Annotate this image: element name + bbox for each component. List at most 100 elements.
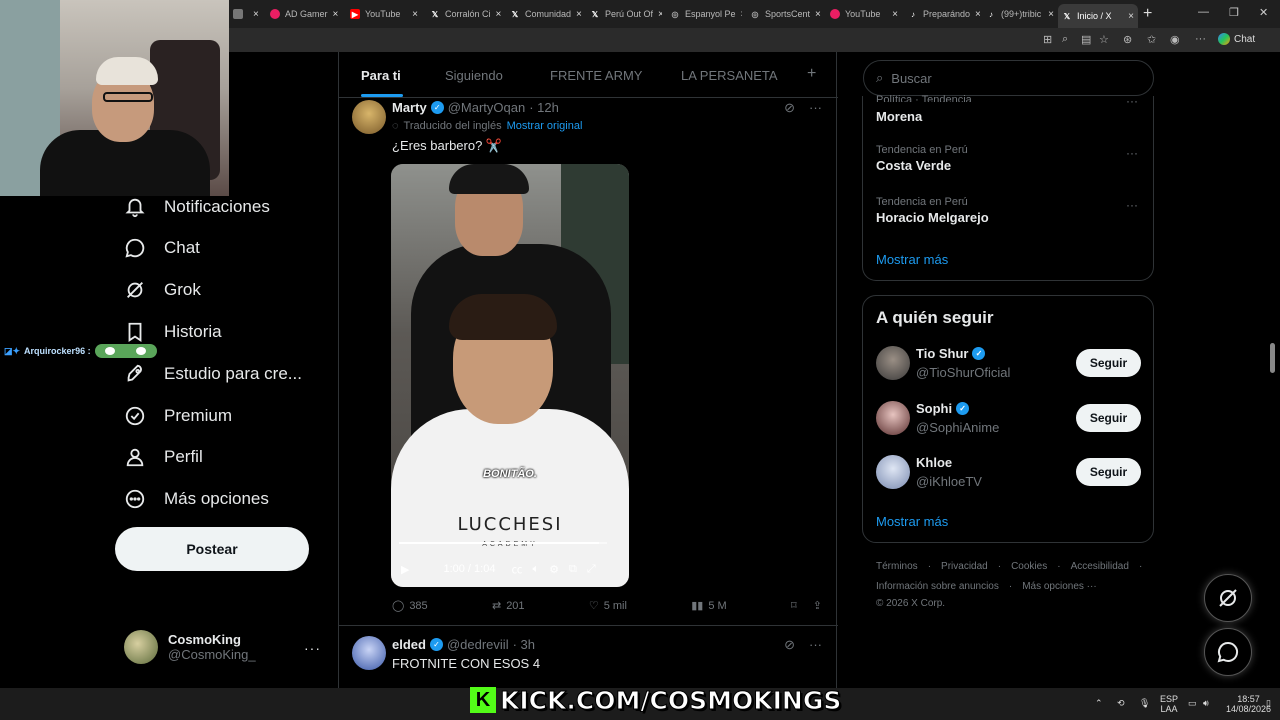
nav-premium[interactable]: Premium <box>124 405 232 427</box>
avatar[interactable] <box>352 636 386 670</box>
avatar[interactable] <box>352 100 386 134</box>
play-icon[interactable]: ▶ <box>401 563 409 576</box>
follow-suggestion[interactable]: Khloe @iKhloeTV Seguir <box>876 453 1141 493</box>
close-icon[interactable]: × <box>741 9 742 20</box>
video-player[interactable]: BONITÃO. LUCCHESI ACADEMY ▶ 1:00 / 1:04 … <box>391 164 629 587</box>
follow-suggestion[interactable]: Tio Shur ✓ @TioShurOficial Seguir <box>876 344 1141 384</box>
avatar[interactable] <box>876 455 910 489</box>
more-icon[interactable]: ··· <box>304 640 321 656</box>
grok-floating-button[interactable] <box>1204 574 1252 622</box>
app-icon[interactable]: ⊞ <box>1043 33 1052 46</box>
follow-button[interactable]: Seguir <box>1076 458 1141 486</box>
favorite-star-icon[interactable]: ☆ <box>1099 33 1109 46</box>
avatar[interactable] <box>876 401 910 435</box>
show-original-link[interactable]: Mostrar original <box>507 120 583 132</box>
tweet-author-name[interactable]: elded <box>392 637 426 652</box>
follow-button[interactable]: Seguir <box>1076 349 1141 377</box>
more-icon[interactable]: ··· <box>809 637 822 653</box>
nav-profile[interactable]: Perfil <box>124 446 203 468</box>
search-input[interactable]: ⌕ Buscar <box>863 60 1154 96</box>
footer-link-cookies[interactable]: Cookies <box>1011 561 1047 572</box>
video-progress-bar[interactable] <box>399 542 607 544</box>
nav-grok[interactable]: Grok <box>124 279 201 301</box>
footer-link-accessibility[interactable]: Accesibilidad <box>1071 561 1129 572</box>
browser-tab[interactable]: ♪ Preparándo × <box>904 4 980 24</box>
browser-tab[interactable]: ♪ (99+)tribic × <box>982 4 1058 24</box>
nav-creator-studio[interactable]: Estudio para cre... <box>124 363 302 385</box>
messages-floating-button[interactable] <box>1204 628 1252 676</box>
clock[interactable]: 18:57 14/08/2026 <box>1226 694 1271 714</box>
profile-avatar-icon[interactable]: ◉ <box>1170 33 1180 46</box>
browser-tab[interactable]: 𝕏 Comunidad × <box>506 4 582 24</box>
zoom-icon[interactable]: ⌕ <box>1062 33 1068 46</box>
add-tab-icon[interactable]: + <box>807 65 816 83</box>
fullscreen-icon[interactable]: ⤢ <box>587 563 596 576</box>
trend-item[interactable]: Política · Tendencia Morena <box>876 94 972 124</box>
copilot-chat-button[interactable]: Chat <box>1218 33 1255 45</box>
tweet-timestamp[interactable]: · 12h <box>529 100 559 115</box>
grok-explain-icon[interactable]: ⊘ <box>784 100 795 116</box>
more-icon[interactable]: ··· <box>1126 94 1138 108</box>
tweet-author-name[interactable]: Marty <box>392 100 427 115</box>
extension-icon[interactable]: ⊛ <box>1123 33 1132 46</box>
close-icon[interactable]: × <box>892 9 902 20</box>
footer-link-privacy[interactable]: Privacidad <box>941 561 988 572</box>
more-icon[interactable]: ··· <box>809 100 822 116</box>
chevron-up-icon[interactable]: ⌃ <box>1095 698 1103 708</box>
more-icon[interactable]: ··· <box>1126 146 1138 160</box>
close-icon[interactable]: × <box>658 9 662 20</box>
close-icon[interactable]: × <box>333 9 342 20</box>
tweet-timestamp[interactable]: · 3h <box>513 637 535 652</box>
nav-bookmarks[interactable]: Historia <box>124 321 222 343</box>
browser-tab[interactable]: ▶ YouTube × <box>346 4 422 24</box>
close-icon[interactable]: × <box>576 9 582 20</box>
retweet-button[interactable]: ⇄ 201 <box>492 599 525 613</box>
follow-suggestion[interactable]: Sophi ✓ @SophiAnime Seguir <box>876 399 1141 439</box>
reader-icon[interactable]: ▤ <box>1081 33 1091 46</box>
browser-tab-active[interactable]: 𝕏 Inicio / X × <box>1058 4 1138 28</box>
tab-following[interactable]: Siguiendo <box>445 68 503 83</box>
volume-icon[interactable]: 🔈︎ <box>532 563 539 576</box>
browser-tab[interactable]: ◎Espanyol Pe× <box>666 4 743 24</box>
network-icon[interactable]: ⟲ <box>1117 698 1125 708</box>
trend-item[interactable]: Tendencia en Perú Horacio Melgarejo <box>876 196 989 225</box>
minimize-icon[interactable]: — <box>1198 6 1209 18</box>
footer-link-terms[interactable]: Términos <box>876 561 918 572</box>
captions-icon[interactable]: ㏄ <box>511 561 522 577</box>
display-icon[interactable]: ▭ <box>1188 698 1197 708</box>
like-button[interactable]: ♡ 5 mil <box>589 599 627 613</box>
avatar[interactable] <box>876 346 910 380</box>
more-icon[interactable]: ··· <box>1126 198 1138 212</box>
tab-la-persaneta[interactable]: LA PERSANETA <box>681 68 778 83</box>
close-icon[interactable]: × <box>412 9 422 20</box>
speaker-icon[interactable]: 🔊︎ <box>1203 698 1209 708</box>
nav-chat[interactable]: Chat <box>124 237 200 259</box>
nav-notifications[interactable]: Notificaciones <box>124 196 270 218</box>
tweet-author-handle[interactable]: @dedreviil <box>447 637 509 652</box>
language-indicator[interactable]: ESP LAA <box>1160 694 1178 714</box>
trend-item[interactable]: Tendencia en Perú Costa Verde <box>876 144 968 173</box>
views-button[interactable]: ▮▮ 5 M <box>691 599 726 613</box>
post-button[interactable]: Postear <box>115 527 309 571</box>
browser-tab[interactable]: YouTube × <box>826 4 902 24</box>
grok-explain-icon[interactable]: ⊘ <box>784 637 795 653</box>
browser-tab[interactable]: 𝕏 Corralón Ci × <box>426 4 502 24</box>
notification-icon[interactable]: ▯ <box>1266 698 1271 708</box>
scrollbar[interactable] <box>1270 343 1275 373</box>
browser-tab[interactable]: AD Gamer × <box>266 4 342 24</box>
tab-for-you[interactable]: Para ti <box>361 68 401 83</box>
browser-tab[interactable]: ◎ SportsCent × <box>746 4 822 24</box>
reply-button[interactable]: ◯ 385 <box>392 599 428 613</box>
follow-button[interactable]: Seguir <box>1076 404 1141 432</box>
window-close-icon[interactable]: ✕ <box>1259 6 1268 19</box>
close-icon[interactable]: × <box>496 9 502 20</box>
favorites-icon[interactable]: ✩ <box>1147 33 1156 46</box>
browser-tab[interactable]: × <box>229 4 262 24</box>
maximize-icon[interactable]: ❐ <box>1229 6 1239 19</box>
tab-frente-army[interactable]: FRENTE ARMY <box>550 68 642 83</box>
new-tab-button[interactable]: + <box>1143 5 1152 23</box>
close-icon[interactable]: × <box>253 9 262 20</box>
tweet-author-handle[interactable]: @MartyOqan <box>448 100 526 115</box>
browser-menu-icon[interactable]: ··· <box>1195 33 1206 45</box>
close-icon[interactable]: × <box>975 9 980 20</box>
